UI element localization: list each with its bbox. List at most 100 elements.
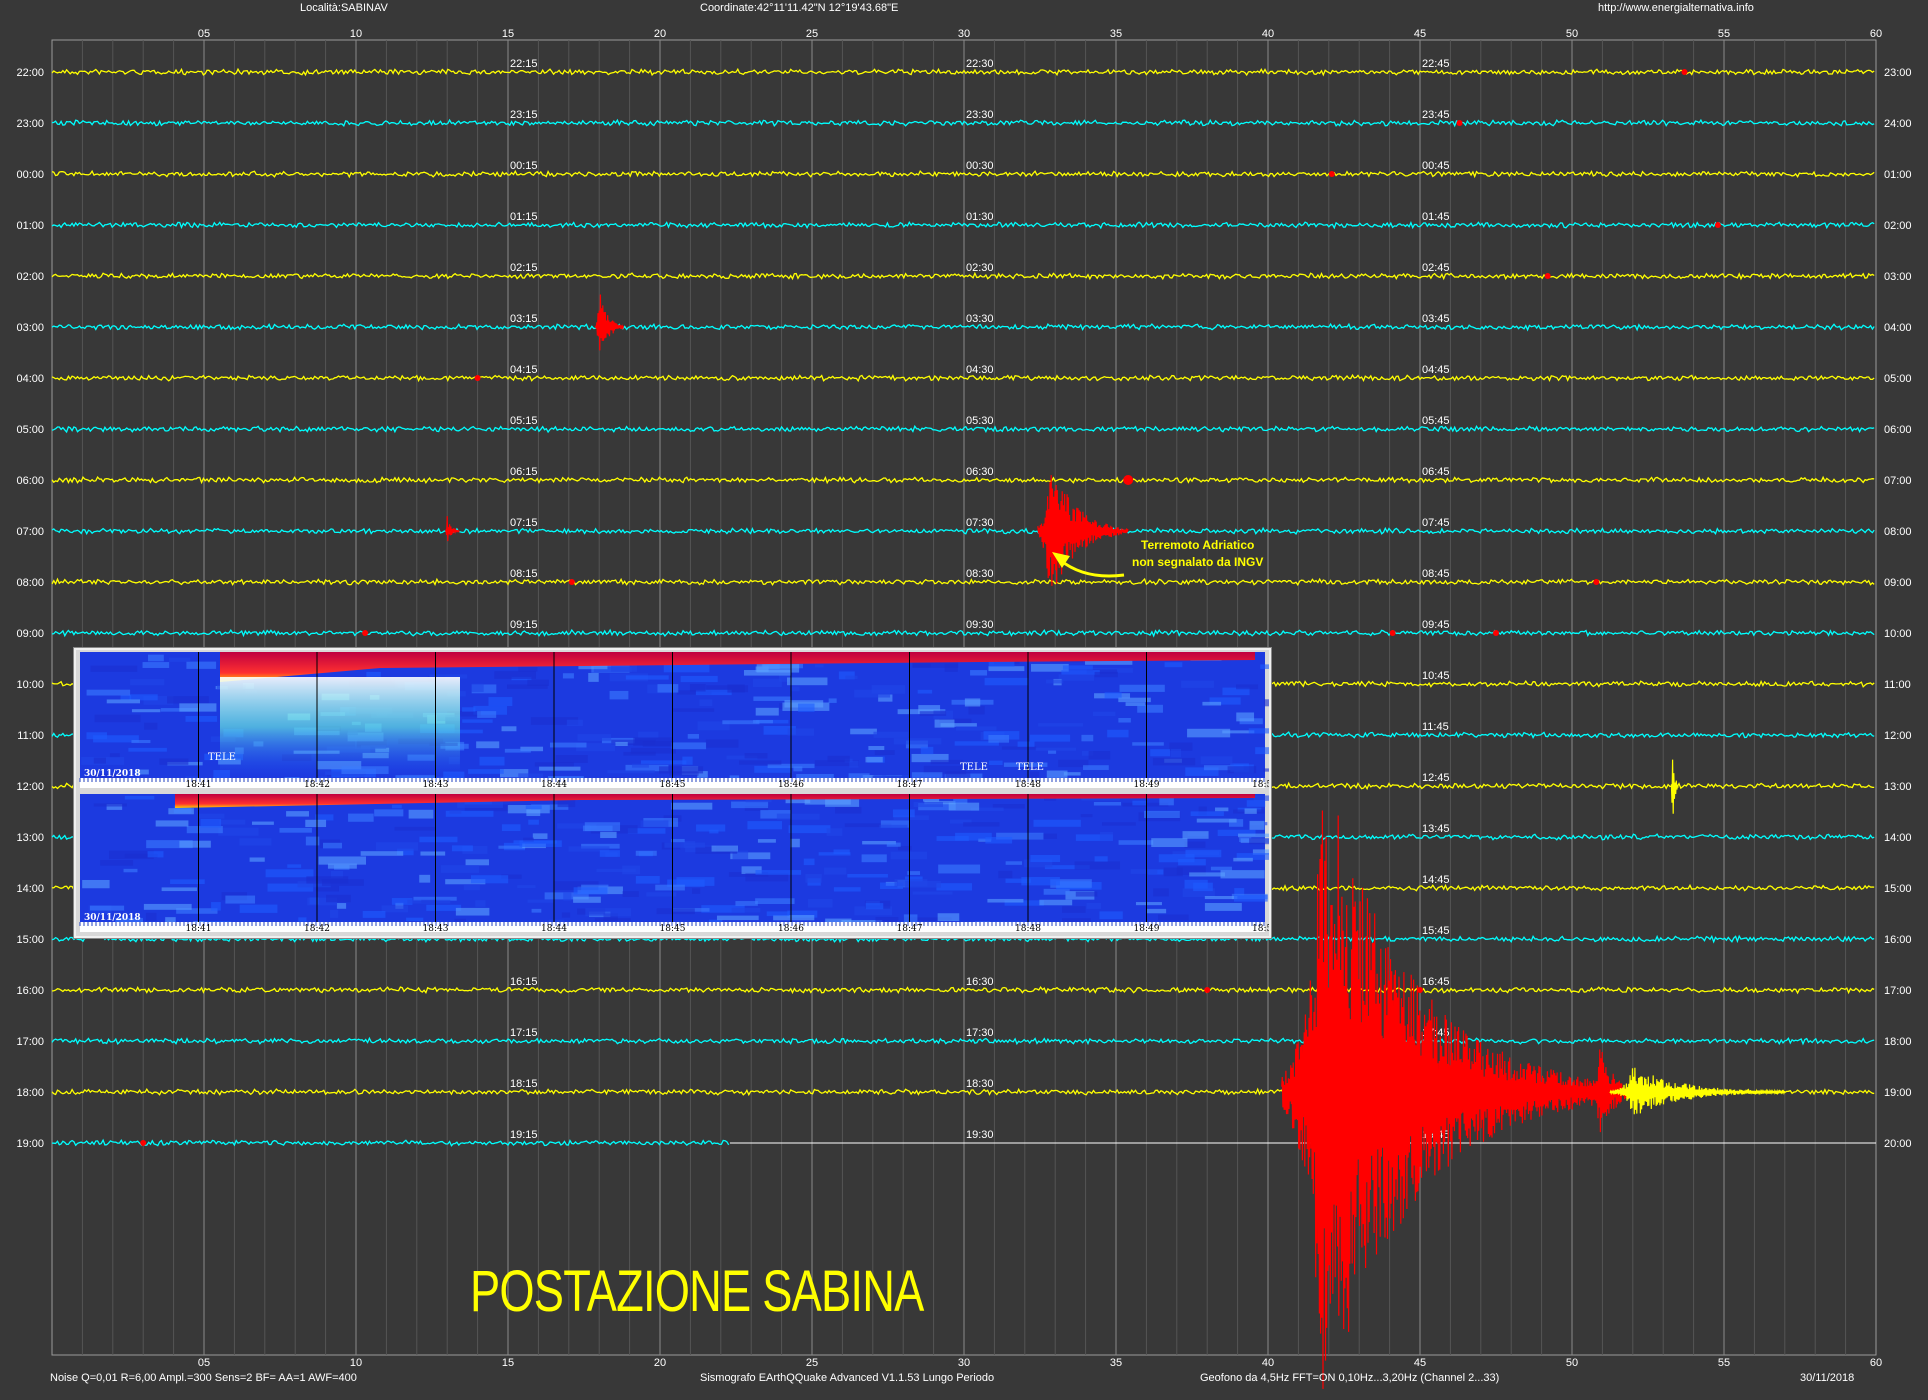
- row-label-left: 13:00: [16, 832, 44, 844]
- spectrogram-speckle: [168, 657, 191, 662]
- quarter-hour-label: 02:30: [966, 262, 994, 274]
- spectrogram-speckle: [106, 699, 141, 704]
- spectrogram-time-label: 18:48: [1015, 780, 1041, 790]
- spectrogram-speckle: [1005, 861, 1023, 865]
- spectrogram-speckle: [622, 891, 639, 897]
- spectrogram-speckle: [609, 690, 629, 700]
- website-link[interactable]: http://www.energialternativa.info: [1598, 2, 1754, 14]
- spectrogram-speckle: [1094, 856, 1108, 862]
- spectrogram-speckle: [937, 913, 960, 922]
- spectrogram-speckle: [501, 824, 521, 832]
- spectrogram-speckle: [239, 838, 272, 846]
- spectrogram-speckle: [825, 799, 860, 807]
- x-tick-bottom: 60: [1870, 1357, 1882, 1369]
- x-tick-top: 15: [502, 28, 514, 40]
- spectrogram-speckle: [561, 912, 571, 918]
- spectrogram-speckle: [1196, 818, 1237, 823]
- spectrogram-speckle: [1035, 747, 1077, 751]
- spectrogram-speckle: [711, 845, 738, 852]
- row-label-right: 20:00: [1884, 1138, 1912, 1150]
- row-label-right: 17:00: [1884, 985, 1912, 997]
- row-label-left: 12:00: [16, 781, 44, 793]
- spectrogram-speckle: [691, 888, 701, 894]
- spectrogram-speckle: [159, 758, 189, 765]
- row-label-left: 10:00: [16, 679, 44, 691]
- spectrogram-speckle: [455, 907, 490, 916]
- spectrogram-speckle: [892, 809, 915, 818]
- spectrogram-speckle: [1062, 665, 1093, 670]
- spectrogram-speckle: [1236, 684, 1259, 690]
- spectrogram-speckle: [705, 739, 739, 748]
- spectrogram-speckle: [527, 899, 554, 903]
- spectrogram-speckle: [131, 739, 151, 744]
- quarter-hour-label: 00:45: [1422, 160, 1450, 172]
- x-axis-bottom: 05 10 15 20 25 30 35 40 45 50 55 60: [198, 1357, 1882, 1369]
- quarter-hour-label: 12:45: [1422, 772, 1450, 784]
- spectrogram-speckle: [938, 864, 981, 874]
- spectrogram-panel-2: 18:41 18:42 18:43 18:44 18:45 18:46 18:47 18:48…: [79, 794, 1301, 934]
- spectrogram-speckle: [1061, 670, 1100, 675]
- event-marker: [1123, 475, 1134, 485]
- spectrogram-time-label: 18:48: [1015, 924, 1041, 934]
- spectrogram-speckle: [671, 742, 707, 750]
- spectrogram-speckle: [186, 661, 217, 669]
- spectrogram-speckle: [1249, 820, 1265, 830]
- spectrogram-speckle: [1075, 891, 1098, 897]
- spectrogram-speckle: [1099, 911, 1123, 920]
- quarter-hour-label: 22:45: [1422, 58, 1450, 70]
- spectrogram-speckle: [716, 915, 759, 921]
- row-label-right: 11:00: [1884, 679, 1911, 691]
- spectrogram-speckle: [873, 731, 909, 738]
- spectrogram-speckle: [419, 836, 458, 843]
- spectrogram-speckle: [1094, 671, 1118, 678]
- quarter-hour-label: 22:15: [510, 58, 538, 70]
- spectrogram-date: 30/11/2018: [84, 913, 141, 923]
- spectrogram-speckle: [168, 808, 194, 815]
- spectrogram-speckle: [451, 845, 473, 852]
- spectrogram-speckle: [657, 684, 679, 693]
- spectrogram-speckle: [120, 694, 132, 701]
- spectrogram-time-label: 18:46: [778, 780, 804, 790]
- spectrogram-speckle: [672, 708, 715, 712]
- spectrogram-speckle: [1152, 757, 1196, 766]
- spectrogram-speckle: [680, 675, 718, 683]
- spectrogram-panel-1: 18:41 18:42 18:43 18:44 18:45 18:46 18:47 18:48…: [79, 652, 1309, 790]
- spectrogram-speckle: [360, 851, 404, 856]
- spectrogram-speckle: [144, 722, 158, 730]
- spectrogram-speckle: [286, 811, 310, 817]
- spectrogram-speckle: [1184, 841, 1206, 848]
- spectrogram-speckle: [462, 707, 476, 712]
- quarter-hour-label: 06:15: [510, 466, 538, 478]
- row-label-right: 18:00: [1884, 1036, 1912, 1048]
- spectrogram-speckle: [457, 801, 503, 808]
- spectrogram-speckle: [1086, 902, 1102, 909]
- spectrogram-speckle: [1246, 800, 1266, 807]
- x-tick-top: 05: [198, 28, 210, 40]
- spectrogram-speckle: [471, 683, 484, 692]
- quarter-hour-label: 07:15: [510, 517, 538, 529]
- spectrogram-speckle: [788, 825, 831, 834]
- spectrogram-speckle: [948, 802, 980, 811]
- quarter-hour-label: 05:45: [1422, 415, 1450, 427]
- spectrogram-speckle: [147, 851, 164, 858]
- spectrogram-speckle: [211, 902, 221, 911]
- spectrogram-speckle: [919, 711, 947, 716]
- spectrogram-speckle: [936, 883, 973, 891]
- spectrogram-speckle: [532, 833, 548, 839]
- spectrogram-speckle: [1058, 674, 1095, 681]
- event-marker: [140, 1140, 147, 1146]
- spectrogram-speckle: [1178, 859, 1206, 866]
- spectrogram-speckle: [920, 746, 934, 755]
- row-label-right: 06:00: [1884, 424, 1912, 436]
- quarter-hour-label: 02:45: [1422, 262, 1450, 274]
- row-label-right: 08:00: [1884, 526, 1912, 538]
- spectrogram-speckle: [463, 885, 480, 891]
- spectrogram-speckle: [807, 899, 833, 908]
- spectrogram-speckle: [824, 867, 847, 875]
- spectrogram-speckle: [531, 908, 542, 913]
- spectrogram-speckle: [696, 824, 726, 832]
- spectrogram-time-label: 18:44: [541, 780, 567, 790]
- spectrogram-speckle: [573, 896, 601, 903]
- spectrogram-time-label: 18:42: [304, 780, 330, 790]
- spectrogram-speckle: [494, 671, 536, 679]
